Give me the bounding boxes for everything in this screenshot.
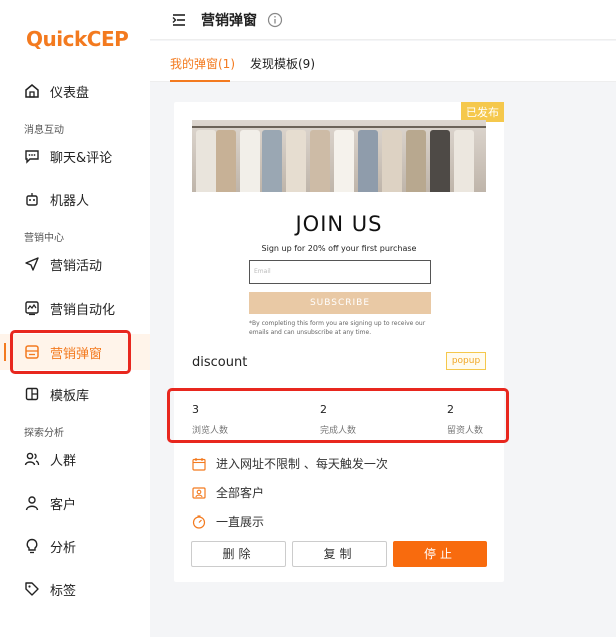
tab-discover-templates[interactable]: 发现模板(9) <box>250 55 315 72</box>
sidebar-item-customers[interactable]: 客户 <box>0 485 150 521</box>
user-icon <box>24 495 40 511</box>
audience-rule: 全部客户 <box>192 484 264 501</box>
audience-icon <box>192 486 206 500</box>
bulb-icon <box>24 538 40 554</box>
status-badge: 已发布 <box>461 102 504 122</box>
collapse-menu-icon[interactable] <box>171 12 187 28</box>
display-rule: 一直展示 <box>192 513 264 530</box>
template-icon <box>24 386 40 402</box>
tag-icon <box>24 581 40 597</box>
sidebar-item-label: 分析 <box>50 540 77 556</box>
stat-leads: 2 留资人数 <box>447 403 483 436</box>
garment <box>196 130 216 192</box>
email-field[interactable]: Email <box>249 260 431 284</box>
stat-label: 完成人数 <box>320 426 357 436</box>
terms-text: *By completing this form you are signing… <box>249 320 426 336</box>
nav-group-marketing: 营销中心 <box>24 233 64 244</box>
garment <box>286 130 306 192</box>
quickcep-logo[interactable]: QuickCEP <box>26 27 129 51</box>
trigger-rule: 进入网址不限制 、每天触发一次 <box>192 455 388 472</box>
popup-icon <box>24 344 40 360</box>
display-rule-text: 一直展示 <box>216 515 265 529</box>
nav-group-messaging: 消息互动 <box>24 125 64 136</box>
garment <box>406 130 426 192</box>
sidebar-item-analysis[interactable]: 分析 <box>0 528 150 564</box>
sidebar-item-campaigns[interactable]: 营销活动 <box>0 246 150 282</box>
sidebar-item-label: 客户 <box>50 497 77 513</box>
stat-value: 2 <box>447 403 454 416</box>
sidebar-item-label: 标签 <box>50 583 77 599</box>
delete-button[interactable]: 删除 <box>191 541 286 567</box>
sidebar-item-dashboard[interactable]: 仪表盘 <box>0 73 150 109</box>
garment <box>216 130 236 192</box>
sidebar-item-robot[interactable]: 机器人 <box>0 181 150 217</box>
garment <box>382 130 402 192</box>
garment <box>310 130 330 192</box>
automation-icon <box>24 300 40 316</box>
subscribe-button[interactable]: SUBSCRIBE <box>249 292 431 314</box>
sidebar-item-label: 营销自动化 <box>50 302 116 318</box>
sidebar-item-label: 仪表盘 <box>50 85 90 101</box>
trigger-rule-text: 进入网址不限制 、每天触发一次 <box>216 457 388 471</box>
garment <box>430 130 450 192</box>
sidebar-item-audience[interactable]: 人群 <box>0 441 150 477</box>
page-title: 营销弹窗 <box>201 12 257 29</box>
copy-button[interactable]: 复制 <box>292 541 387 567</box>
info-icon[interactable] <box>267 12 283 28</box>
stat-label: 留资人数 <box>447 426 484 436</box>
rack-rail <box>192 126 486 128</box>
active-tab-indicator <box>170 80 230 82</box>
tab-bar: 我的弹窗(1) 发现模板(9) <box>150 41 616 82</box>
popup-card[interactable]: 已发布 JOIN US Sign up for 20% off your fir… <box>174 102 504 582</box>
sidebar: QuickCEP 仪表盘 消息互动 聊天&评论 机器人 营销中心 营销活动 营销… <box>0 0 150 637</box>
sidebar-item-tags[interactable]: 标签 <box>0 571 150 607</box>
popup-name: discount <box>192 355 248 370</box>
clothing-rack-image <box>192 120 486 192</box>
people-icon <box>24 451 40 467</box>
popup-preview[interactable]: JOIN US Sign up for 20% off your first p… <box>192 120 486 336</box>
sidebar-item-label: 营销活动 <box>50 258 103 274</box>
robot-icon <box>24 191 40 207</box>
sidebar-item-automation[interactable]: 营销自动化 <box>0 290 150 326</box>
sidebar-item-templates[interactable]: 模板库 <box>0 376 150 412</box>
logo-text: uickCEP <box>42 27 129 51</box>
stat-completions: 2 完成人数 <box>320 403 356 436</box>
garment <box>358 130 378 192</box>
sidebar-item-label: 模板库 <box>50 388 90 404</box>
timer-icon <box>192 514 206 529</box>
send-icon <box>24 256 40 272</box>
stats-row: 3 浏览人数 2 完成人数 2 留资人数 <box>174 397 504 441</box>
calendar-icon <box>192 457 206 471</box>
sidebar-item-chat[interactable]: 聊天&评论 <box>0 138 150 174</box>
chat-icon <box>24 148 40 164</box>
sidebar-item-popups[interactable]: 营销弹窗 <box>0 334 150 370</box>
sidebar-item-label: 机器人 <box>50 193 90 209</box>
page-header: 营销弹窗 <box>150 0 616 40</box>
sidebar-item-label: 人群 <box>50 453 77 469</box>
garment <box>454 130 474 192</box>
stat-value: 3 <box>192 403 199 416</box>
nav-group-analytics: 探索分析 <box>24 428 64 439</box>
tab-my-popups[interactable]: 我的弹窗(1) <box>170 55 235 72</box>
logo-mark: Q <box>26 27 43 51</box>
popup-subtitle: Sign up for 20% off your first purchase <box>261 244 417 253</box>
home-icon <box>24 83 40 99</box>
stop-button[interactable]: 停止 <box>393 541 487 567</box>
sidebar-item-label: 聊天&评论 <box>50 150 113 166</box>
stat-value: 2 <box>320 403 327 416</box>
garment <box>262 130 282 192</box>
stat-views: 3 浏览人数 <box>192 403 228 436</box>
audience-rule-text: 全部客户 <box>216 486 265 500</box>
popup-type-badge: popup <box>446 352 486 370</box>
sidebar-item-label: 营销弹窗 <box>50 346 103 362</box>
popup-headline: JOIN US <box>295 212 383 236</box>
garment <box>240 130 260 192</box>
garment <box>334 130 354 192</box>
stat-label: 浏览人数 <box>192 426 229 436</box>
